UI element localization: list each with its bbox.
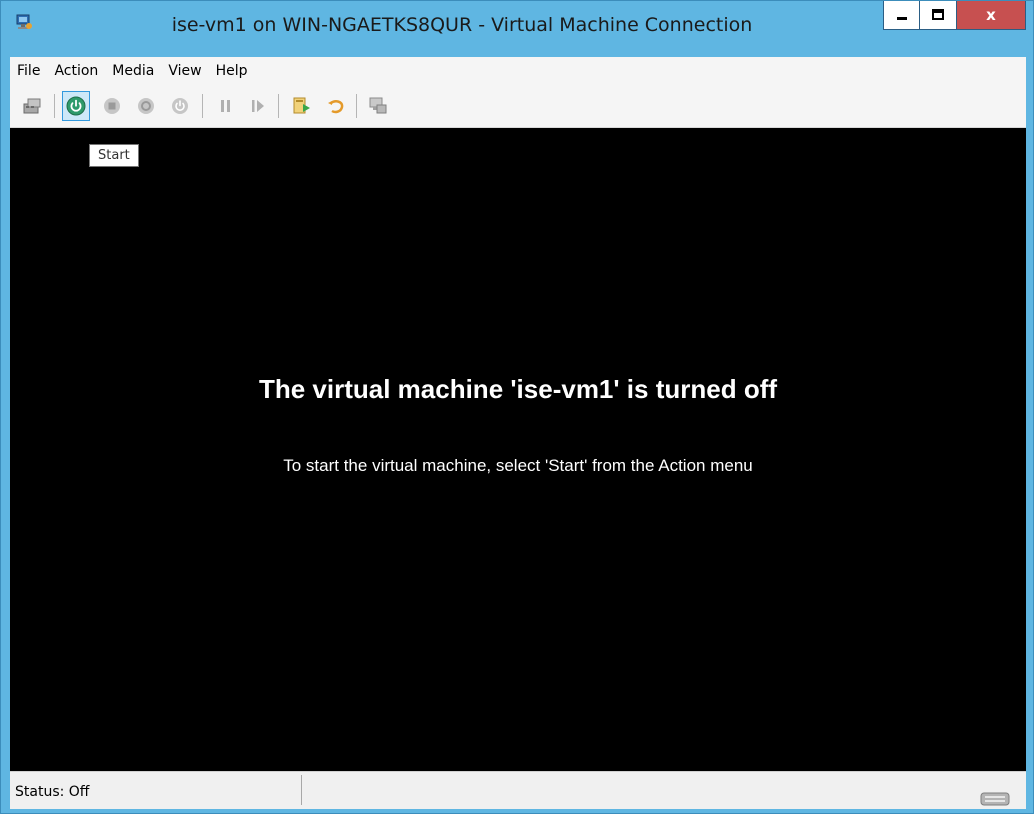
title-bar[interactable]: ise-vm1 on WIN-NGAETKS8QUR - Virtual Mac… [1,1,1033,47]
menu-file[interactable]: File [10,57,47,85]
status-bar: Status: Off [10,771,1026,809]
minimize-icon [896,17,907,20]
enhanced-session-button[interactable] [364,91,392,121]
window-title: ise-vm1 on WIN-NGAETKS8QUR - Virtual Mac… [171,14,753,36]
keyboard-icon [980,792,1010,810]
save-icon [172,98,188,114]
resume-icon [252,100,264,112]
maximize-icon [932,9,944,20]
resume-button[interactable] [244,91,272,121]
toolbar [10,85,1026,128]
ctrl-alt-del-icon [23,98,41,114]
status-text: Status: Off [15,784,90,800]
revert-icon [328,100,344,114]
ctrl-alt-del-button[interactable] [18,91,46,121]
shut-down-icon [138,98,154,114]
menu-bar: File Action Media View Help [10,57,1026,85]
checkpoint-button[interactable] [288,91,316,121]
menu-help[interactable]: Help [209,57,255,85]
vm-start-hint: To start the virtual machine, select 'St… [283,456,753,475]
checkpoint-icon [293,97,310,114]
close-icon: x [986,6,996,24]
minimize-button[interactable] [883,1,920,30]
close-button[interactable]: x [957,1,1026,30]
revert-button[interactable] [322,91,350,121]
maximize-button[interactable] [920,1,957,30]
enhanced-session-icon [369,97,387,114]
save-button[interactable] [166,91,194,121]
start-tooltip: Start [89,144,139,167]
start-button[interactable] [62,91,90,121]
pause-icon [221,100,230,112]
vm-connection-app-icon[interactable] [15,13,33,31]
menu-media[interactable]: Media [105,57,161,85]
shut-down-button[interactable] [132,91,160,121]
status-separator [301,775,302,805]
menu-view[interactable]: View [161,57,208,85]
pause-button[interactable] [212,91,240,121]
start-icon [66,96,86,116]
turn-off-button[interactable] [98,91,126,121]
vm-screen[interactable]: The virtual machine 'ise-vm1' is turned … [10,128,1026,771]
vm-connection-window: ise-vm1 on WIN-NGAETKS8QUR - Virtual Mac… [0,0,1034,814]
menu-action[interactable]: Action [47,57,105,85]
turn-off-icon [104,98,120,114]
vm-off-heading: The virtual machine 'ise-vm1' is turned … [258,374,778,404]
